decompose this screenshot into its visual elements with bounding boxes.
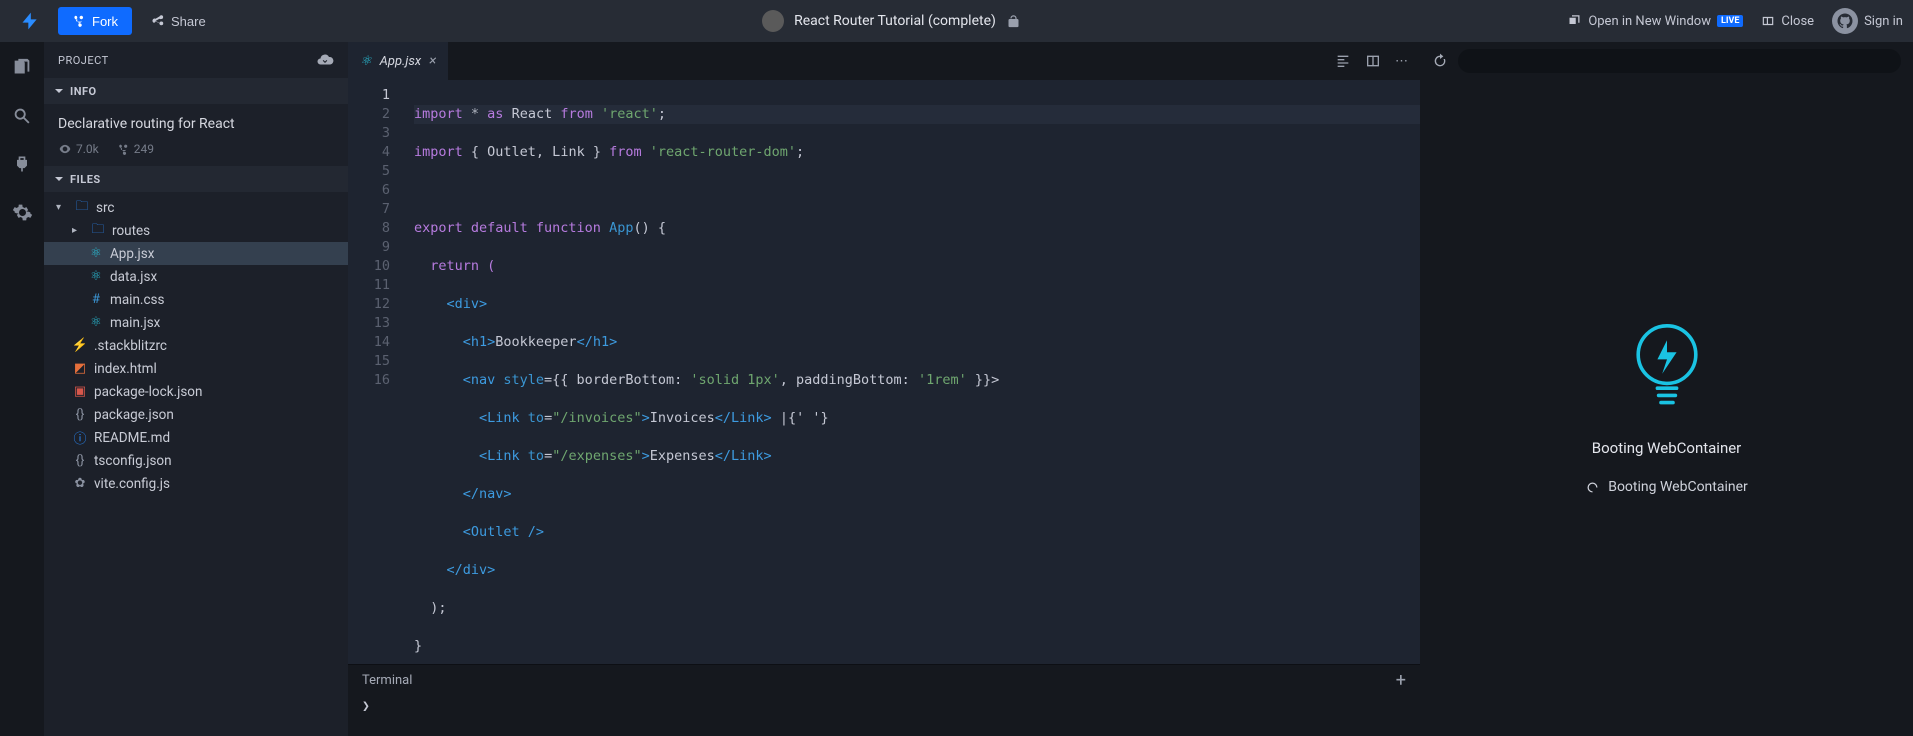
folder-open-icon: 🗀 <box>74 197 90 219</box>
add-terminal-icon[interactable]: + <box>1396 670 1406 691</box>
project-label: PROJECT <box>58 54 109 67</box>
react-icon: ⚛ <box>360 54 372 69</box>
preview-url-bar[interactable] <box>1458 49 1901 73</box>
file-index-html[interactable]: ◩ index.html <box>44 357 348 380</box>
code-editor[interactable]: 1 2 3 4 5 6 7 8 9 10 11 12 13 14 15 16 i… <box>348 80 1420 664</box>
fork-icon <box>72 14 86 28</box>
reload-icon[interactable] <box>1432 53 1448 69</box>
npm-lock-icon: ▣ <box>72 384 88 399</box>
topbar: Fork Share React Router Tutorial (comple… <box>0 0 1913 42</box>
boot-title: Booting WebContainer <box>1592 439 1742 457</box>
line-gutter: 1 2 3 4 5 6 7 8 9 10 11 12 13 14 15 16 <box>348 80 404 664</box>
topbar-center: React Router Tutorial (complete) <box>224 10 1560 32</box>
main-layout: PROJECT INFO Declarative routing for Rea… <box>0 42 1913 736</box>
tab-app-jsx[interactable]: ⚛ App.jsx × <box>348 42 448 80</box>
cloud-download-icon[interactable] <box>316 51 334 69</box>
file-package-json[interactable]: {} package.json <box>44 403 348 426</box>
file-package-lock[interactable]: ▣ package-lock.json <box>44 380 348 403</box>
windows-icon <box>1567 14 1582 29</box>
react-icon: ⚛ <box>88 246 104 261</box>
info-icon: ⓘ <box>72 428 88 447</box>
file-stackblitzrc[interactable]: ⚡ .stackblitzrc <box>44 334 348 357</box>
editor-tabs: ⚛ App.jsx × ⋯ <box>348 42 1420 80</box>
preview-column: Booting WebContainer Booting WebContaine… <box>1420 42 1913 736</box>
share-label: Share <box>171 14 206 29</box>
signin-button[interactable]: Sign in <box>1832 8 1903 34</box>
file-readme[interactable]: ⓘ README.md <box>44 426 348 449</box>
gear-icon: ✿ <box>72 476 88 491</box>
share-button[interactable]: Share <box>140 7 216 35</box>
github-icon <box>1832 8 1858 34</box>
close-panel-icon <box>1761 14 1775 28</box>
file-data-jsx[interactable]: ⚛ data.jsx <box>44 265 348 288</box>
folder-src[interactable]: ▾🗀 src <box>44 196 348 219</box>
css-icon: # <box>88 292 104 307</box>
project-description: Declarative routing for React <box>58 116 334 132</box>
folder-routes[interactable]: ▸🗀 routes <box>44 219 348 242</box>
file-tsconfig[interactable]: {} tsconfig.json <box>44 449 348 472</box>
react-icon: ⚛ <box>88 315 104 330</box>
chevron-down-icon <box>54 86 64 96</box>
file-vite-config[interactable]: ✿ vite.config.js <box>44 472 348 495</box>
file-app-jsx[interactable]: ⚛ App.jsx <box>44 242 348 265</box>
close-tab-icon[interactable]: × <box>429 53 436 69</box>
preview-body: Booting WebContainer Booting WebContaine… <box>1420 80 1913 736</box>
settings-icon[interactable] <box>10 200 34 224</box>
forks-stat: 249 <box>117 142 154 156</box>
share-icon <box>150 14 165 29</box>
stackblitz-logo[interactable] <box>10 0 50 42</box>
code-content[interactable]: import * as React from 'react'; import {… <box>404 80 1420 664</box>
chevron-down-icon <box>54 174 64 184</box>
explorer-icon[interactable] <box>10 56 34 80</box>
json-icon: {} <box>72 453 88 468</box>
files-section-header[interactable]: FILES <box>44 166 348 192</box>
terminal-title[interactable]: Terminal <box>362 673 412 688</box>
project-title[interactable]: React Router Tutorial (complete) <box>794 13 996 29</box>
file-tree: ▾🗀 src ▸🗀 routes ⚛ App.jsx ⚛ data.jsx # … <box>44 192 348 499</box>
file-main-css[interactable]: # main.css <box>44 288 348 311</box>
editor-column: ⚛ App.jsx × ⋯ 1 2 3 4 5 6 7 8 9 <box>348 42 1420 736</box>
format-icon[interactable] <box>1335 53 1351 69</box>
preview-toolbar <box>1420 42 1913 80</box>
fork-icon <box>117 143 130 156</box>
spinner-icon <box>1585 480 1600 495</box>
search-icon[interactable] <box>10 104 34 128</box>
open-new-window-button[interactable]: Open in New Window LIVE <box>1567 14 1743 29</box>
more-actions-icon[interactable]: ⋯ <box>1395 54 1408 69</box>
html-icon: ◩ <box>72 361 88 376</box>
info-body: Declarative routing for React 7.0k 249 <box>44 104 348 166</box>
unlock-icon[interactable] <box>1006 14 1021 29</box>
terminal-panel: Terminal + ❯ <box>348 664 1420 736</box>
eye-icon <box>58 142 72 156</box>
editor-actions: ⋯ <box>1335 53 1420 69</box>
fork-label: Fork <box>92 14 118 29</box>
live-badge: LIVE <box>1717 15 1743 27</box>
terminal-body[interactable]: ❯ <box>348 695 1420 718</box>
sidebar-header: PROJECT <box>44 42 348 78</box>
boot-status: Booting WebContainer <box>1585 479 1748 495</box>
file-main-jsx[interactable]: ⚛ main.jsx <box>44 311 348 334</box>
bolt-icon: ⚡ <box>72 338 88 353</box>
info-section-header[interactable]: INFO <box>44 78 348 104</box>
fork-button[interactable]: Fork <box>58 7 132 35</box>
activity-bar <box>0 42 44 736</box>
close-button[interactable]: Close <box>1761 14 1814 29</box>
views-stat: 7.0k <box>58 142 99 156</box>
json-icon: {} <box>72 407 88 422</box>
topbar-right: Open in New Window LIVE Close Sign in <box>1567 8 1903 34</box>
split-editor-icon[interactable] <box>1365 53 1381 69</box>
sidebar: PROJECT INFO Declarative routing for Rea… <box>44 42 348 736</box>
folder-icon: 🗀 <box>90 220 106 242</box>
lightbulb-icon <box>1631 321 1703 417</box>
react-icon: ⚛ <box>88 269 104 284</box>
avatar[interactable] <box>762 10 784 32</box>
ports-icon[interactable] <box>10 152 34 176</box>
